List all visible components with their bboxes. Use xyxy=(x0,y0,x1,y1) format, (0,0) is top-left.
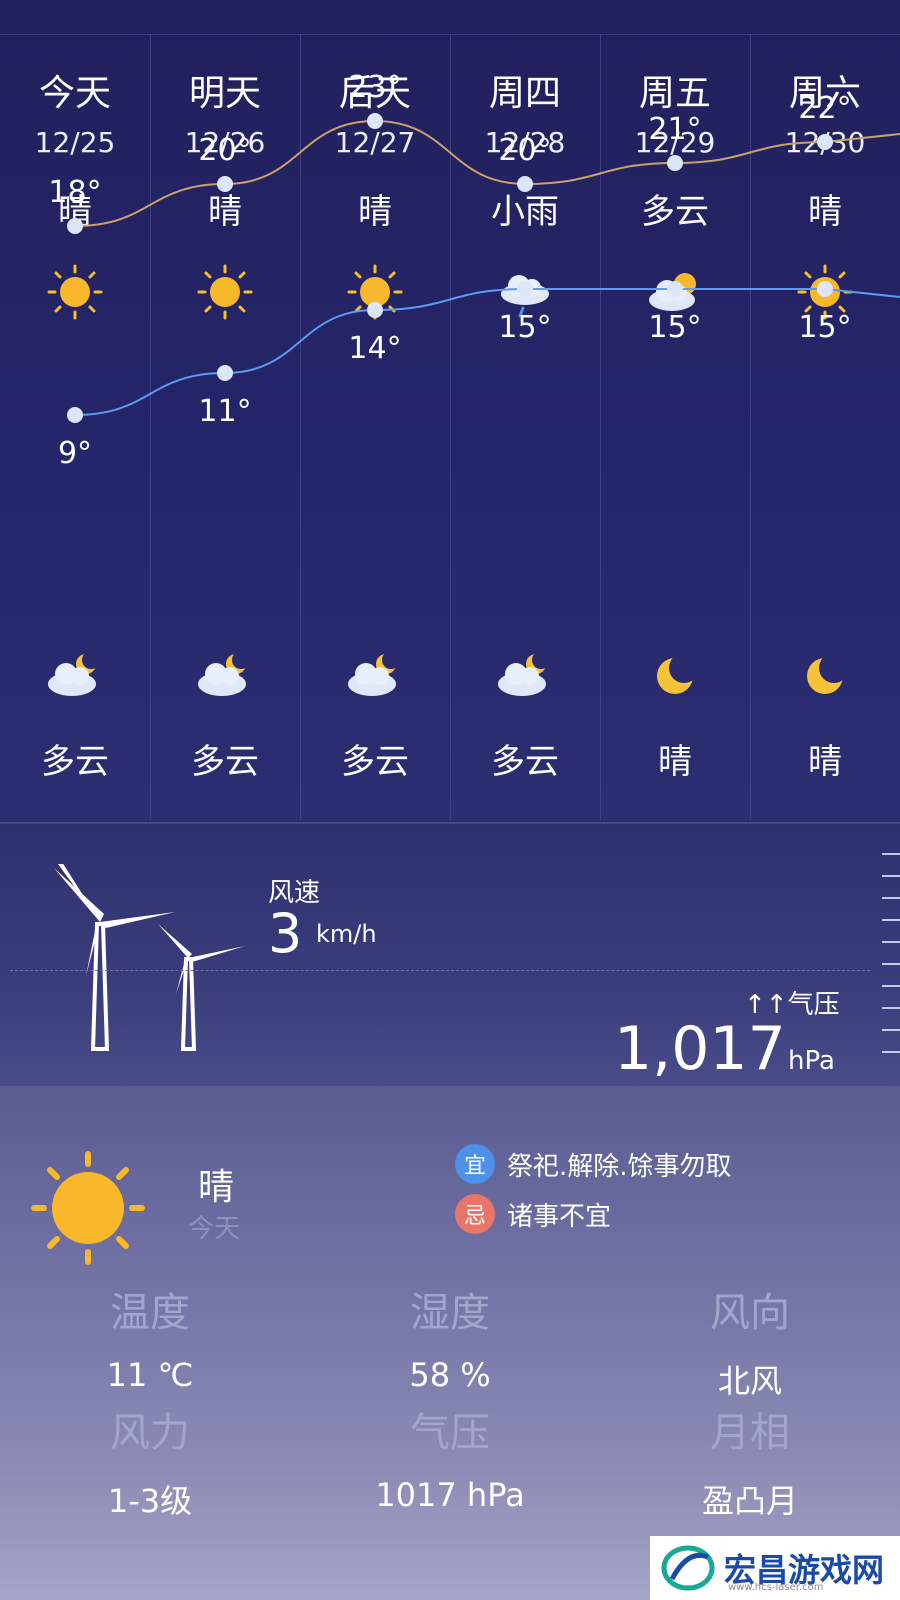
pressure-unit: hPa xyxy=(788,1046,835,1076)
today-details-panel: 晴 今天 宜 祭祀.解除.馀事勿取 忌 诸事不宜 温度 11 ℃ 湿度 58 %… xyxy=(0,1090,900,1600)
today-label: 今天 xyxy=(188,1214,241,1244)
moon-icon xyxy=(657,653,699,694)
low-temp-point xyxy=(667,281,683,297)
stat-label: 温度 xyxy=(110,1290,190,1336)
stat-label: 湿度 xyxy=(410,1290,490,1336)
high-temp-labels: 18° 20° 23° 20° 21° 22° xyxy=(48,70,851,210)
site-watermark: 宏昌游戏网 www.hcs-laser.com xyxy=(650,1536,900,1600)
low-temp-point xyxy=(817,281,833,297)
stat-temperature: 温度 11 ℃ xyxy=(0,1280,300,1394)
high-temp-label: 21° xyxy=(648,112,701,147)
stat-value: 盈凸月 xyxy=(701,1482,798,1520)
high-temp-label: 18° xyxy=(48,175,101,210)
high-temp-label: 20° xyxy=(498,133,551,168)
low-temp-label: 15° xyxy=(498,310,551,345)
stat-wind-direction: 风向 北风 xyxy=(600,1280,900,1402)
stat-wind-force: 风力 1-3级 xyxy=(0,1400,300,1522)
low-temp-point xyxy=(517,281,533,297)
stat-label: 风向 xyxy=(710,1290,790,1336)
pressure-label-text: 气压 xyxy=(787,990,840,1020)
stat-humidity: 湿度 58 % xyxy=(300,1280,600,1394)
today-condition: 晴 xyxy=(198,1167,235,1208)
low-temp-point xyxy=(217,365,233,381)
night-condition: 多云 xyxy=(191,742,259,782)
moon-icon xyxy=(807,653,849,694)
stat-pressure: 气压 1017 hPa xyxy=(300,1400,600,1514)
top-bar xyxy=(0,0,900,35)
low-temp-point xyxy=(67,407,83,423)
low-temp-label: 15° xyxy=(798,310,851,345)
wind-pressure-panel: 风速 3 km/h ↑↑气压 1,017 hPa xyxy=(0,824,900,1086)
high-temp-point xyxy=(367,113,383,129)
good-text: 祭祀.解除.馀事勿取 xyxy=(507,1151,732,1182)
sun-icon xyxy=(31,1151,145,1265)
low-temp-label: 9° xyxy=(58,436,92,471)
wind-turbine-icon xyxy=(54,864,245,1051)
night-condition: 多云 xyxy=(341,742,409,782)
stat-value: 58 % xyxy=(409,1356,491,1394)
high-temp-point xyxy=(67,218,83,234)
night-condition: 晴 xyxy=(658,742,692,782)
night-condition: 多云 xyxy=(41,742,109,782)
night-condition: 晴 xyxy=(808,742,842,782)
low-temp-label: 11° xyxy=(198,394,251,429)
high-temp-points xyxy=(67,113,833,234)
divider xyxy=(10,970,870,971)
low-temp-point xyxy=(367,302,383,318)
wind-speed-unit: km/h xyxy=(316,920,377,948)
high-temp-label: 20° xyxy=(198,133,251,168)
low-temp-points xyxy=(67,281,833,423)
stat-value: 11 ℃ xyxy=(106,1356,194,1394)
stat-moon-phase: 月相 盈凸月 xyxy=(600,1400,900,1522)
bad-badge: 忌 xyxy=(455,1194,495,1234)
bad-text: 诸事不宜 xyxy=(507,1201,612,1232)
good-badge: 宜 xyxy=(455,1144,495,1184)
temperature-trend-chart: 18° 20° 23° 20° 21° 22° 9° 11° 14° 15° 15° 15° xyxy=(48,70,900,471)
pressure-value: 1,017 xyxy=(614,1014,786,1084)
stat-value: 1017 hPa xyxy=(375,1476,525,1514)
wind-speed-value: 3 xyxy=(268,902,303,965)
cloud-moon-icon xyxy=(48,651,100,696)
cloud-moon-icon xyxy=(498,651,550,696)
high-temp-point xyxy=(217,176,233,192)
site-logo-icon xyxy=(661,1545,715,1591)
high-temp-point xyxy=(817,134,833,150)
cloud-moon-icon xyxy=(348,651,400,696)
forecast-panel: 今天 12/25 晴 多云 明天 12/26 晴 多云 后天 12/27 晴 多… xyxy=(0,0,900,824)
site-url: www.hcs-laser.com xyxy=(728,1582,824,1593)
low-temp-label: 14° xyxy=(348,331,401,366)
stat-label: 风力 xyxy=(110,1410,190,1456)
night-condition: 多云 xyxy=(491,742,559,782)
cloud-moon-icon xyxy=(198,651,250,696)
pressure-scale-ticks xyxy=(882,853,900,1053)
almanac-bad: 忌 诸事不宜 xyxy=(455,1194,611,1234)
stat-value: 1-3级 xyxy=(107,1482,193,1520)
almanac-good: 宜 祭祀.解除.馀事勿取 xyxy=(455,1144,732,1184)
high-temp-label: 22° xyxy=(798,91,851,126)
high-temp-point xyxy=(667,155,683,171)
high-temp-point xyxy=(517,176,533,192)
low-temp-label: 15° xyxy=(648,310,701,345)
low-temp-labels: 9° 11° 14° 15° 15° 15° xyxy=(58,310,852,471)
stat-label: 气压 xyxy=(410,1410,490,1456)
stat-label: 月相 xyxy=(710,1410,790,1456)
stat-value: 北风 xyxy=(717,1362,782,1400)
high-temp-label: 23° xyxy=(348,70,401,105)
